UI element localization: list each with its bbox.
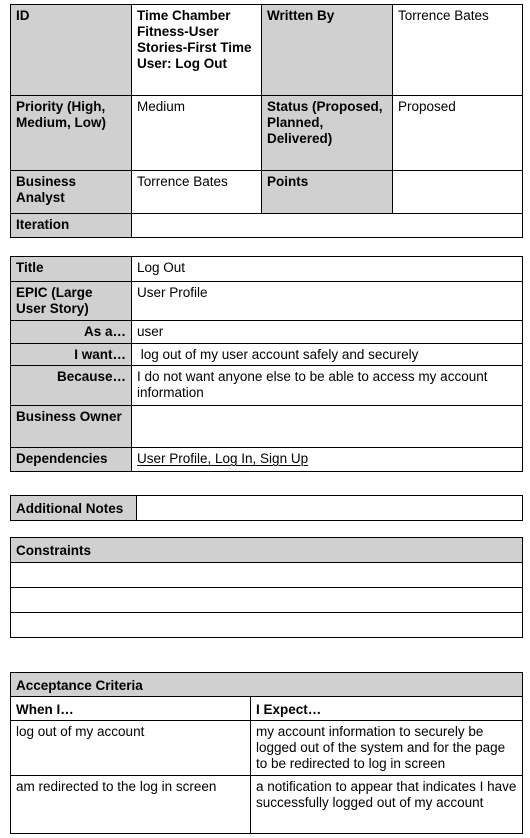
dependencies-label: Dependencies bbox=[10, 447, 132, 472]
id-label: ID bbox=[10, 4, 132, 96]
as-a-label: As a… bbox=[10, 320, 132, 344]
as-a-value: user bbox=[131, 320, 523, 344]
priority-label: Priority (High, Medium, Low) bbox=[10, 95, 132, 171]
title-value: Log Out bbox=[131, 256, 523, 282]
notes-table: Additional Notes bbox=[10, 495, 523, 521]
when-cell: am redirected to the log in screen bbox=[10, 775, 251, 834]
expect-cell: a notification to appear that indicates … bbox=[250, 775, 523, 834]
priority-value: Medium bbox=[131, 95, 262, 171]
written-by-label: Written By bbox=[261, 4, 393, 96]
table-row: am redirected to the log in screen a not… bbox=[10, 775, 523, 834]
points-value bbox=[392, 170, 523, 214]
epic-value: User Profile bbox=[131, 281, 523, 321]
dependencies-value: User Profile, Log In, Sign Up bbox=[131, 447, 523, 472]
notes-value bbox=[136, 495, 523, 521]
acceptance-label: Acceptance Criteria bbox=[10, 672, 523, 697]
because-label: Because… bbox=[10, 365, 132, 406]
status-value: Proposed bbox=[392, 95, 523, 171]
constraints-label: Constraints bbox=[10, 537, 523, 563]
analyst-value: Torrence Bates bbox=[131, 170, 262, 214]
iteration-label: Iteration bbox=[10, 213, 132, 238]
owner-label: Business Owner bbox=[10, 405, 132, 448]
title-label: Title bbox=[10, 256, 132, 282]
i-want-value: log out of my user account safely and se… bbox=[131, 343, 523, 366]
col-when-header: When I… bbox=[10, 696, 251, 721]
col-expect-header: I Expect… bbox=[250, 696, 523, 721]
constraint-row bbox=[10, 612, 523, 638]
notes-label: Additional Notes bbox=[10, 495, 137, 521]
expect-cell: my account information to securely be lo… bbox=[250, 720, 523, 776]
points-label: Points bbox=[261, 170, 393, 214]
epic-label: EPIC (Large User Story) bbox=[10, 281, 132, 321]
constraint-row bbox=[10, 587, 523, 613]
because-value: I do not want anyone else to be able to … bbox=[131, 365, 523, 406]
acceptance-table: Acceptance Criteria When I… I Expect… lo… bbox=[10, 672, 523, 834]
analyst-label: Business Analyst bbox=[10, 170, 132, 214]
iteration-value bbox=[131, 213, 523, 238]
id-value: Time Chamber Fitness-User Stories-First … bbox=[131, 4, 262, 96]
when-cell: log out of my account bbox=[10, 720, 251, 776]
written-by-value: Torrence Bates bbox=[392, 4, 523, 96]
owner-value bbox=[131, 405, 523, 448]
i-want-label: I want… bbox=[10, 343, 132, 366]
story-table: Title Log Out EPIC (Large User Story) Us… bbox=[10, 256, 523, 472]
status-label: Status (Proposed, Planned, Delivered) bbox=[261, 95, 393, 171]
header-table: ID Time Chamber Fitness-User Stories-Fir… bbox=[10, 4, 523, 238]
constraint-row bbox=[10, 562, 523, 588]
table-row: log out of my account my account informa… bbox=[10, 720, 523, 776]
constraints-table: Constraints bbox=[10, 537, 523, 638]
